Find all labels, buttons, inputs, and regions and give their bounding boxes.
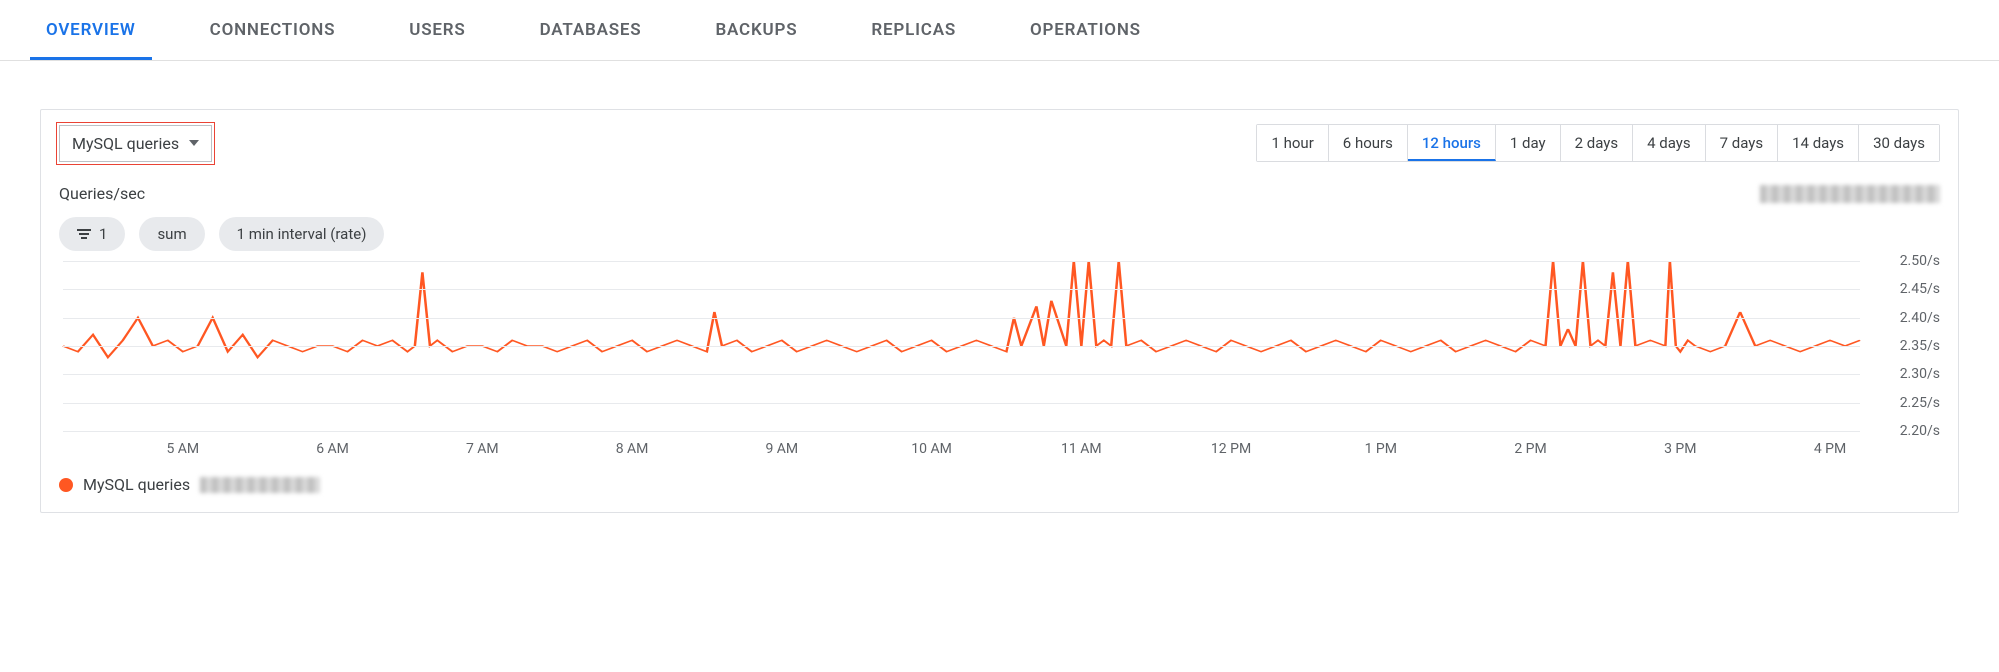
chart-gridline [63,289,1860,290]
time-range-6-hours[interactable]: 6 hours [1329,125,1408,161]
time-range-1-hour[interactable]: 1 hour [1257,125,1328,161]
legend-color-dot [59,478,73,492]
filter-icon [77,227,91,241]
chart-plot-area [63,261,1860,431]
aggregation-chip[interactable]: sum [139,217,204,251]
time-range-30-days[interactable]: 30 days [1859,125,1939,161]
panel-toolbar: MySQL queries 1 hour6 hours12 hours1 day… [59,124,1940,162]
chart-gridline [63,431,1860,432]
chart-panel: MySQL queries 1 hour6 hours12 hours1 day… [40,109,1959,513]
chart-subheader: Queries/sec [59,184,1940,203]
redacted-text [200,477,320,493]
x-tick-label: 6 AM [316,441,349,457]
y-tick-label: 2.50/s [1900,253,1940,269]
x-tick-label: 9 AM [765,441,798,457]
x-tick-label: 1 PM [1365,441,1397,457]
chart-gridline [63,318,1860,319]
tab-users[interactable]: USERS [393,0,481,60]
time-range-14-days[interactable]: 14 days [1778,125,1859,161]
aggregation-chip-label: sum [157,225,186,243]
x-tick-label: 4 PM [1814,441,1846,457]
x-tick-label: 11 AM [1061,441,1102,457]
tab-backups[interactable]: BACKUPS [699,0,813,60]
chart-chips: 1 sum 1 min interval (rate) [59,217,1940,251]
y-tick-label: 2.25/s [1900,395,1940,411]
time-range-12-hours[interactable]: 12 hours [1408,125,1496,161]
metric-dropdown-label: MySQL queries [72,134,179,153]
chart-gridline [63,374,1860,375]
interval-chip-label: 1 min interval (rate) [237,225,367,243]
x-tick-label: 3 PM [1664,441,1696,457]
chart-y-axis: 2.50/s2.45/s2.40/s2.35/s2.30/s2.25/s2.20… [1870,261,1940,431]
chart: 2.50/s2.45/s2.40/s2.35/s2.30/s2.25/s2.20… [59,261,1940,461]
y-tick-label: 2.40/s [1900,310,1940,326]
x-tick-label: 8 AM [616,441,649,457]
time-range-1-day[interactable]: 1 day [1496,125,1561,161]
tab-databases[interactable]: DATABASES [524,0,658,60]
chart-gridline [63,346,1860,347]
legend-series-label: MySQL queries [83,475,190,494]
x-tick-label: 12 PM [1211,441,1251,457]
chart-legend: MySQL queries [59,475,1940,494]
x-tick-label: 2 PM [1514,441,1546,457]
time-range-4-days[interactable]: 4 days [1633,125,1706,161]
y-tick-label: 2.35/s [1900,338,1940,354]
time-range-group: 1 hour6 hours12 hours1 day2 days4 days7 … [1256,124,1940,162]
chart-gridline [63,403,1860,404]
tab-connections[interactable]: CONNECTIONS [194,0,352,60]
chevron-down-icon [189,140,199,146]
y-tick-label: 2.30/s [1900,366,1940,382]
chart-x-axis: 5 AM 6 AM 7 AM 8 AM 9 AM 10 AM 11 AM 12 PM 1 PM 2… [63,439,1860,461]
interval-chip[interactable]: 1 min interval (rate) [219,217,385,251]
y-tick-label: 2.20/s [1900,423,1940,439]
chart-gridline [63,261,1860,262]
redacted-text [1760,185,1940,203]
chart-ylabel: Queries/sec [59,184,145,203]
x-tick-label: 7 AM [466,441,499,457]
x-tick-label: 10 AM [911,441,952,457]
x-tick-label: 5 AM [166,441,199,457]
filter-chip[interactable]: 1 [59,217,125,251]
tab-overview[interactable]: OVERVIEW [30,0,152,60]
nav-tabs: OVERVIEW CONNECTIONS USERS DATABASES BACKUPS… [0,0,1999,61]
tab-operations[interactable]: OPERATIONS [1014,0,1157,60]
metric-dropdown[interactable]: MySQL queries [59,125,212,162]
filter-chip-label: 1 [99,225,107,243]
chart-series-line [63,261,1860,357]
time-range-2-days[interactable]: 2 days [1561,125,1634,161]
y-tick-label: 2.45/s [1900,281,1940,297]
time-range-7-days[interactable]: 7 days [1706,125,1779,161]
tab-replicas[interactable]: REPLICAS [855,0,972,60]
